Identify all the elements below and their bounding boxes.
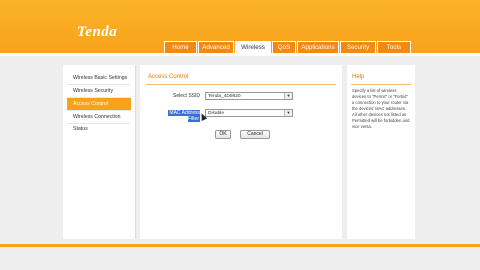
tab-home[interactable]: Home	[164, 41, 197, 53]
title-divider	[146, 84, 336, 85]
help-divider	[351, 84, 411, 85]
chevron-down-icon: ▼	[284, 93, 292, 99]
sidebar-item-wireless-security[interactable]: Wireless Security	[67, 85, 131, 98]
tenda-logo: Tenda	[77, 24, 118, 40]
help-text: Specify a list of wireless devices to "P…	[352, 88, 410, 129]
router-admin-page: Tenda Home Advanced Wireless QoS Applica…	[0, 0, 480, 270]
sidebar-item-wireless-connection-status[interactable]: Wireless Connection Status	[67, 111, 131, 132]
tab-advanced[interactable]: Advanced	[198, 41, 234, 53]
ok-button[interactable]: OK	[215, 130, 231, 139]
tab-tools[interactable]: Tools	[377, 41, 411, 53]
mac-filter-select-value: Disable	[208, 111, 224, 116]
ssid-select-value: Tenda_4D9820	[208, 94, 241, 99]
header-bar: Tenda Home Advanced Wireless QoS Applica…	[0, 0, 480, 56]
tab-security[interactable]: Security	[340, 41, 376, 53]
ssid-select[interactable]: Tenda_4D9820 ▼	[205, 92, 293, 100]
footer-bar	[0, 244, 480, 247]
help-panel: Help Specify a list of wireless devices …	[347, 65, 415, 239]
sidebar-item-wireless-basic-settings[interactable]: Wireless Basic Settings	[67, 72, 131, 85]
sidebar: Wireless Basic Settings Wireless Securit…	[63, 65, 136, 239]
content-panel: Access Control Select SSID Tenda_4D9820 …	[140, 65, 342, 239]
sidebar-item-access-control[interactable]: Access Control	[67, 98, 131, 111]
main-nav-tabs: Home Advanced Wireless QoS Applications …	[164, 41, 412, 54]
cancel-button[interactable]: Cancel	[240, 130, 270, 139]
help-title: Help	[352, 74, 365, 80]
mac-filter-select[interactable]: Disable ▼	[205, 109, 293, 117]
page-title: Access Control	[148, 74, 189, 80]
tab-applications[interactable]: Applications	[297, 41, 339, 53]
tab-qos[interactable]: QoS	[272, 41, 296, 53]
ssid-label: Select SSID	[173, 93, 200, 99]
header-divider	[0, 53, 480, 56]
chevron-down-icon: ▼	[284, 110, 292, 116]
mac-filter-label: MAC Address Filter	[168, 110, 200, 122]
